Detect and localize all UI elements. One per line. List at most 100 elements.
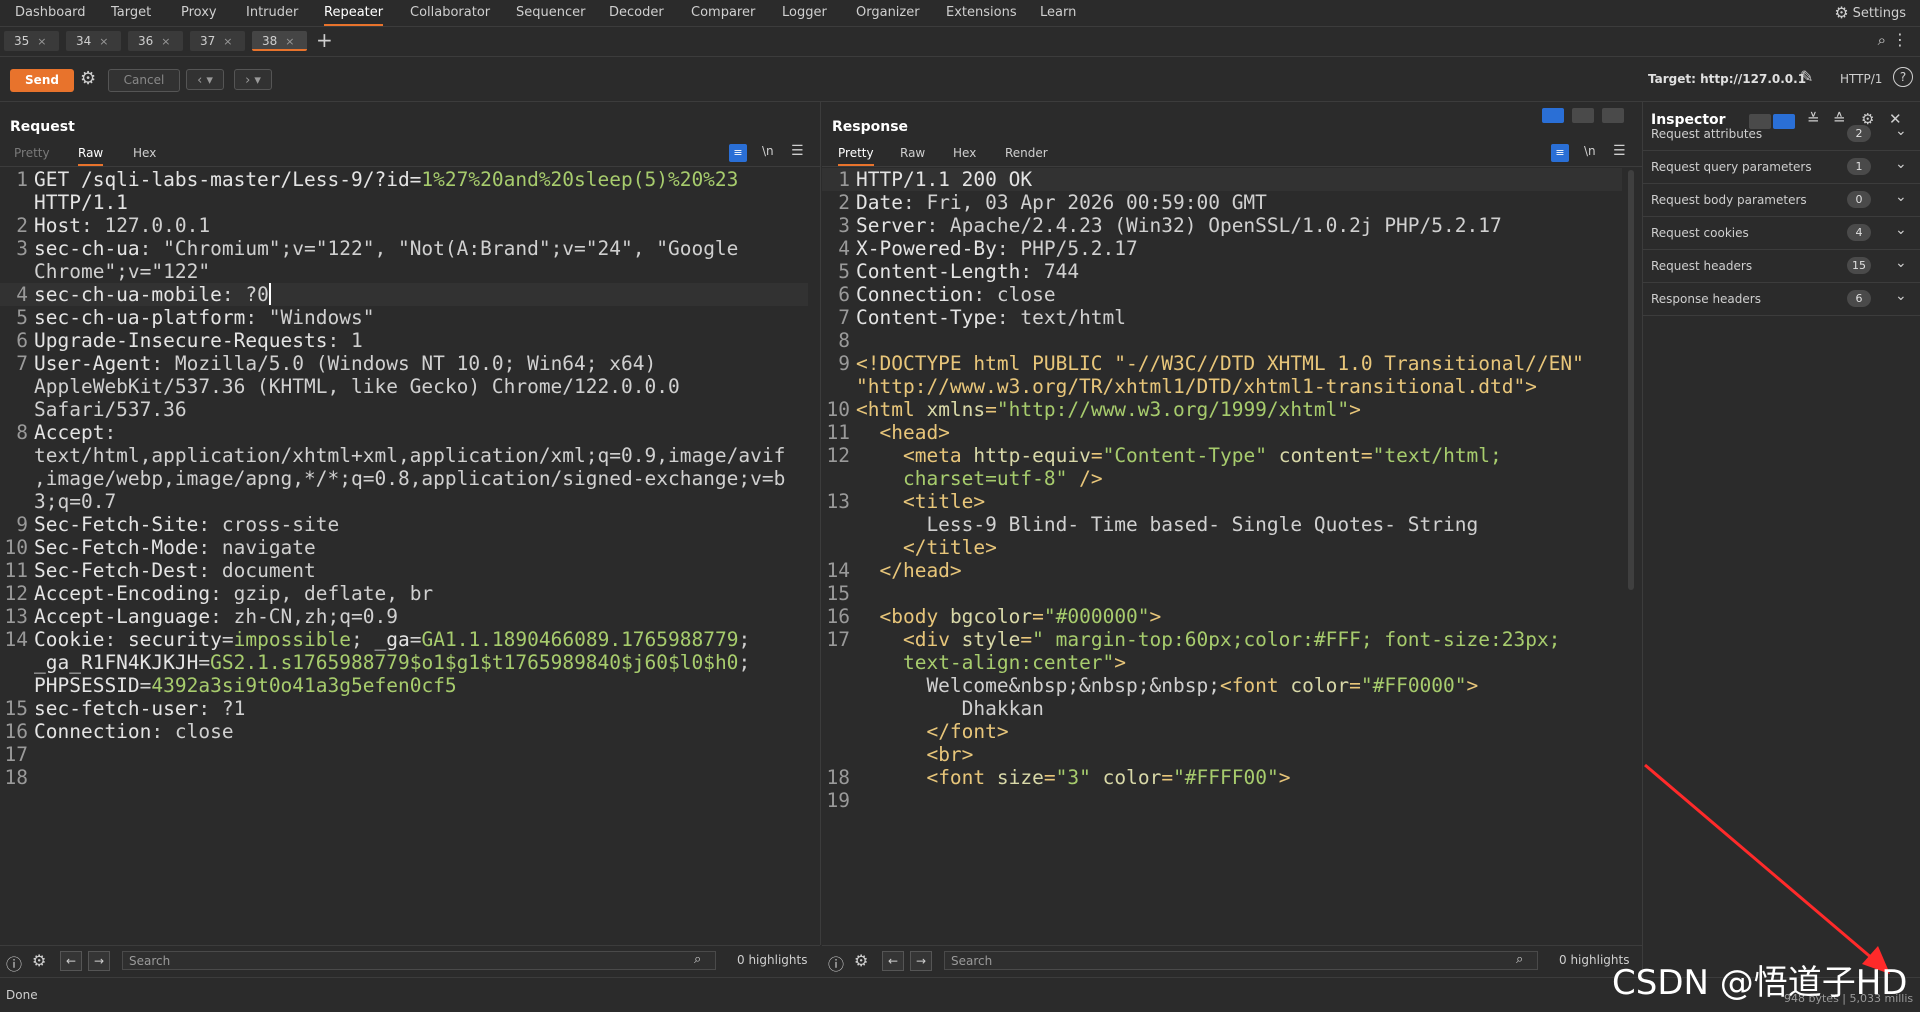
code-line[interactable]: Safari/537.36 [0, 398, 808, 421]
history-back-button[interactable]: ‹ ▾ [186, 69, 224, 90]
code-line[interactable]: 11 Sec-Fetch-Dest: document [0, 559, 808, 582]
code-line[interactable]: 10 <html xmlns="http://www.w3.org/1999/xh… [822, 398, 1622, 421]
menu-icon[interactable]: ☰ [791, 143, 804, 159]
code-line[interactable]: 17 <div style=" margin-top:60px;color:#F… [822, 628, 1622, 651]
nav-proxy[interactable]: Proxy [181, 0, 217, 25]
code-line[interactable]: 2 Host: 127.0.0.1 [0, 214, 808, 237]
code-line[interactable]: 2 Date: Fri, 03 Apr 2026 00:59:00 GMT [822, 191, 1622, 214]
code-line[interactable]: Welcome&nbsp;&nbsp;&nbsp;<font color="#F… [822, 674, 1622, 697]
request-tab-hex[interactable]: Hex [133, 146, 156, 164]
repeater-tab-37[interactable]: 37 × [190, 31, 245, 51]
code-line[interactable]: 13 Accept-Language: zh-CN,zh;q=0.9 [0, 605, 808, 628]
repeater-tab-38[interactable]: 38 × [252, 31, 307, 51]
request-editor[interactable]: 1 GET /sqli-labs-master/Less-9/?id=1%27%2… [0, 168, 808, 945]
code-line[interactable]: 5 sec-ch-ua-platform: "Windows" [0, 306, 808, 329]
chevron-down-icon[interactable]: ⌄ [1895, 222, 1907, 238]
word-wrap-icon[interactable]: ≡ [1551, 144, 1569, 162]
nav-decoder[interactable]: Decoder [609, 0, 664, 25]
nav-dashboard[interactable]: Dashboard [15, 0, 86, 25]
code-line[interactable]: 6 Upgrade-Insecure-Requests: 1 [0, 329, 808, 352]
repeater-tab-35[interactable]: 35 × [4, 31, 59, 51]
inspector-section[interactable]: Request query parameters 1 ⌄ [1643, 151, 1920, 184]
menu-icon[interactable]: ☰ [1613, 143, 1626, 159]
code-line[interactable]: 4 X-Powered-By: PHP/5.2.17 [822, 237, 1622, 260]
nav-logger[interactable]: Logger [782, 0, 827, 25]
pencil-icon[interactable]: ✎ [1800, 67, 1813, 86]
newline-toggle-icon[interactable]: \n [762, 144, 774, 158]
inspector-section[interactable]: Response headers 6 ⌄ [1643, 283, 1920, 316]
code-line[interactable]: 8 Accept: [0, 421, 808, 444]
http-version-label[interactable]: HTTP/1 [1840, 69, 1882, 90]
request-tab-raw[interactable]: Raw [78, 146, 104, 166]
inspector-section[interactable]: Request attributes 2 ⌄ [1643, 118, 1920, 151]
more-options-icon[interactable]: ⋮ [1892, 30, 1908, 49]
code-line[interactable]: 8 [822, 329, 1622, 352]
chevron-down-icon[interactable]: ⌄ [1895, 288, 1907, 304]
response-search-input[interactable]: Search [944, 951, 1538, 970]
repeater-tab-34[interactable]: 34 × [66, 31, 121, 51]
code-line[interactable]: 17 [0, 743, 808, 766]
code-line[interactable]: 9 Sec-Fetch-Site: cross-site [0, 513, 808, 536]
request-tab-pretty[interactable]: Pretty [14, 146, 50, 164]
code-line[interactable]: text/html,application/xhtml+xml,applicat… [0, 444, 808, 467]
code-line[interactable]: 3;q=0.7 [0, 490, 808, 513]
code-line[interactable]: 7 User-Agent: Mozilla/5.0 (Windows NT 10.… [0, 352, 808, 375]
target-label[interactable]: Target: http://127.0.0.1 [1648, 69, 1806, 90]
code-line[interactable]: Less-9 Blind- Time based- Single Quotes-… [822, 513, 1622, 536]
code-line[interactable]: 4 sec-ch-ua-mobile: ?0 [0, 283, 808, 306]
inspector-section[interactable]: Request cookies 4 ⌄ [1643, 217, 1920, 250]
code-line[interactable]: 15 [822, 582, 1622, 605]
request-search-input[interactable]: Search [122, 951, 716, 970]
nav-sequencer[interactable]: Sequencer [516, 0, 585, 25]
search-icon[interactable]: ⌕ [1878, 31, 1886, 49]
code-line[interactable]: 19 [822, 789, 1622, 812]
code-line[interactable]: 10 Sec-Fetch-Mode: navigate [0, 536, 808, 559]
nav-repeater[interactable]: Repeater [324, 0, 384, 26]
inspector-section[interactable]: Request body parameters 0 ⌄ [1643, 184, 1920, 217]
code-line[interactable]: 11 <head> [822, 421, 1622, 444]
code-line[interactable]: 16 Connection: close [0, 720, 808, 743]
code-line[interactable]: </title> [822, 536, 1622, 559]
next-match-button[interactable]: → [88, 951, 110, 971]
chevron-down-icon[interactable]: ⌄ [1895, 255, 1907, 271]
nav-target[interactable]: Target [111, 0, 151, 25]
code-line[interactable]: 9 <!DOCTYPE html PUBLIC "-//W3C//DTD XHTM… [822, 352, 1622, 375]
code-line[interactable]: 18 <font size="3" color="#FFFF00"> [822, 766, 1622, 789]
repeater-tab-36[interactable]: 36 × [128, 31, 183, 51]
code-line[interactable]: 13 <title> [822, 490, 1622, 513]
nav-comparer[interactable]: Comparer [691, 0, 755, 25]
cancel-button[interactable]: Cancel [108, 69, 180, 92]
code-line[interactable]: 15 sec-fetch-user: ?1 [0, 697, 808, 720]
code-line[interactable]: 5 Content-Length: 744 [822, 260, 1622, 283]
chevron-down-icon[interactable]: ⌄ [1895, 156, 1907, 172]
close-icon[interactable]: × [37, 35, 46, 48]
code-line[interactable]: 7 Content-Type: text/html [822, 306, 1622, 329]
nav-intruder[interactable]: Intruder [246, 0, 298, 25]
response-scrollbar[interactable] [1628, 170, 1634, 590]
code-line[interactable]: Chrome";v="122" [0, 260, 808, 283]
close-icon[interactable]: × [285, 35, 294, 48]
code-line[interactable]: 12 <meta http-equiv="Content-Type" conte… [822, 444, 1622, 467]
help-icon[interactable]: ⓘ [6, 951, 22, 975]
code-line[interactable]: charset=utf-8" /> [822, 467, 1622, 490]
code-line[interactable]: 3 sec-ch-ua: "Chromium";v="122", "Not(A:B… [0, 237, 808, 260]
layout-side-by-side-icon[interactable] [1542, 108, 1564, 123]
gear-icon[interactable]: ⚙ [80, 68, 96, 89]
response-tab-hex[interactable]: Hex [953, 146, 976, 164]
nav-organizer[interactable]: Organizer [856, 0, 920, 25]
code-line[interactable]: 18 [0, 766, 808, 789]
code-line[interactable]: 16 <body bgcolor="#000000"> [822, 605, 1622, 628]
next-match-button[interactable]: → [910, 951, 932, 971]
code-line[interactable]: 14 Cookie: security=impossible; _ga=GA1.1… [0, 628, 808, 651]
code-line[interactable]: 14 </head> [822, 559, 1622, 582]
panel-divider[interactable] [820, 102, 821, 945]
newline-toggle-icon[interactable]: \n [1584, 144, 1596, 158]
help-icon[interactable]: ? [1893, 67, 1913, 87]
code-line[interactable]: 1 HTTP/1.1 200 OK [822, 168, 1622, 191]
response-tab-raw[interactable]: Raw [900, 146, 925, 164]
code-line[interactable]: 3 Server: Apache/2.4.23 (Win32) OpenSSL/1… [822, 214, 1622, 237]
close-icon[interactable]: × [99, 35, 108, 48]
code-line[interactable]: 12 Accept-Encoding: gzip, deflate, br [0, 582, 808, 605]
code-line[interactable]: </font> [822, 720, 1622, 743]
code-line[interactable]: AppleWebKit/537.36 (KHTML, like Gecko) C… [0, 375, 808, 398]
